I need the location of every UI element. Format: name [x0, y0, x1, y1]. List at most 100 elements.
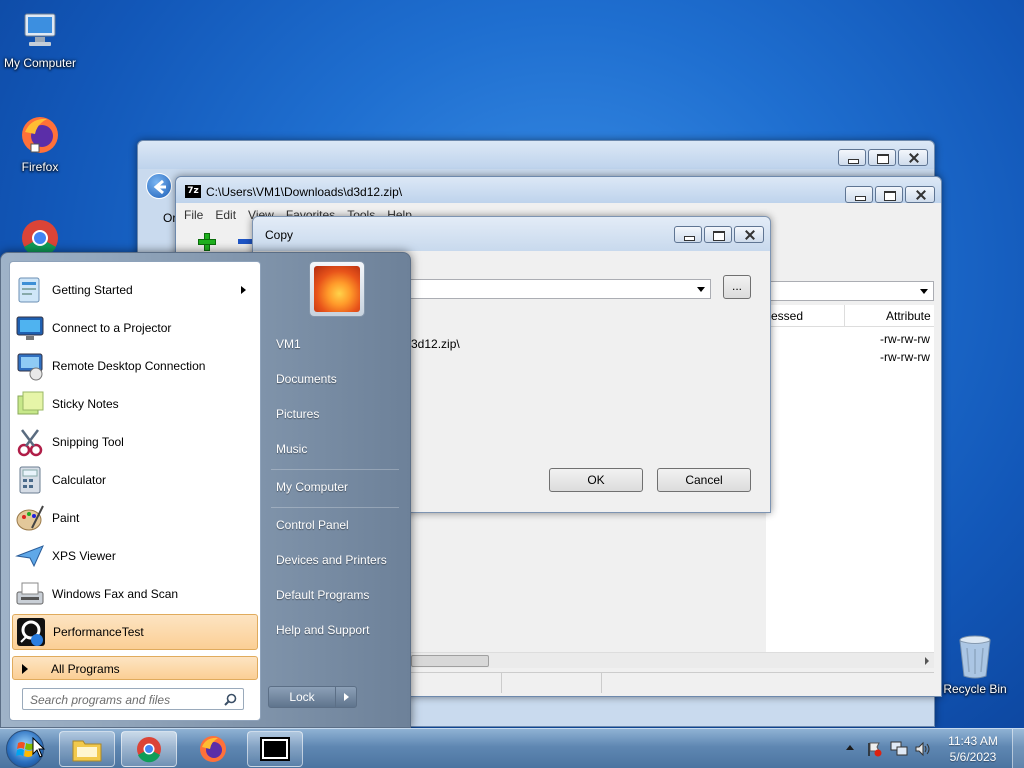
program-snipping-tool[interactable]: Snipping Tool	[12, 424, 258, 460]
start-devices-and-printers[interactable]: Devices and Printers	[276, 553, 387, 567]
close-button[interactable]	[905, 186, 935, 203]
scrollbar-thumb[interactable]	[411, 655, 489, 667]
program-paint[interactable]: Paint	[12, 500, 258, 536]
add-icon[interactable]	[198, 233, 216, 251]
taskbar-7zip[interactable]	[247, 731, 303, 767]
start-documents[interactable]: Documents	[276, 372, 337, 386]
sticky-notes-icon	[17, 391, 44, 415]
horizontal-scrollbar[interactable]	[409, 652, 934, 668]
program-performancetest[interactable]: PerformanceTest	[12, 614, 258, 650]
column-attributes[interactable]: Attribute	[886, 309, 931, 323]
program-sticky-notes[interactable]: Sticky Notes	[12, 386, 258, 422]
start-control-panel[interactable]: Control Panel	[276, 518, 349, 532]
desktop-icon-label: Recycle Bin	[943, 682, 1007, 696]
xps-viewer-icon	[15, 545, 44, 568]
program-label: Calculator	[52, 473, 107, 487]
desktop-icon-chrome[interactable]	[0, 214, 80, 256]
chrome-icon	[22, 220, 58, 254]
firefox-icon	[200, 736, 226, 762]
ok-button[interactable]: OK	[549, 468, 643, 492]
desktop-icon-firefox[interactable]: Firefox	[0, 112, 80, 174]
lock-label: Lock	[289, 690, 315, 704]
submenu-arrow-icon	[241, 286, 246, 294]
program-xps-viewer[interactable]: XPS Viewer	[12, 538, 258, 574]
destination-combo[interactable]	[403, 279, 711, 299]
start-default-programs[interactable]: Default Programs	[276, 588, 369, 602]
program-label: Sticky Notes	[52, 397, 119, 411]
taskbar-chrome[interactable]	[121, 731, 177, 767]
background-window-titlebar[interactable]	[138, 141, 934, 169]
file-list: -rw-rw-rw -rw-rw-rw	[766, 327, 934, 657]
show-desktop-button[interactable]	[1012, 729, 1024, 768]
action-center-flag-icon[interactable]	[866, 741, 882, 757]
program-label: XPS Viewer	[52, 549, 116, 563]
file-explorer-icon	[72, 740, 102, 762]
7zip-icon	[260, 737, 290, 761]
minimize-button[interactable]	[674, 226, 702, 243]
program-label: Paint	[52, 511, 80, 525]
taskbar-firefox[interactable]	[185, 731, 241, 767]
table-row[interactable]: -rw-rw-rw	[880, 332, 930, 346]
status-bar	[409, 672, 934, 693]
scissors-icon	[17, 429, 43, 457]
performancetest-icon	[17, 618, 45, 646]
program-label: Connect to a Projector	[52, 321, 172, 335]
expand-arrow-icon	[22, 664, 28, 674]
start-user-vm1[interactable]: VM1	[276, 337, 301, 351]
volume-icon[interactable]	[914, 741, 932, 757]
copy-dialog-titlebar[interactable]: Copy	[253, 217, 770, 251]
program-label: PerformanceTest	[53, 625, 144, 639]
search-icon[interactable]	[224, 693, 237, 706]
7zip-titlebar[interactable]: 7z C:\Users\VM1\Downloads\d3d12.zip\	[176, 177, 941, 203]
back-arrow-icon[interactable]	[146, 173, 172, 199]
remote-desktop-icon	[17, 353, 43, 381]
desktop-icon-label: My Computer	[3, 56, 77, 70]
search-input[interactable]: Search programs and files	[22, 688, 244, 710]
network-icon[interactable]	[890, 741, 908, 757]
browse-button[interactable]: ...	[723, 275, 751, 299]
program-remote-desktop-connection[interactable]: Remote Desktop Connection	[12, 348, 258, 384]
all-programs-button[interactable]: All Programs	[12, 656, 258, 680]
firefox-icon	[22, 117, 58, 153]
desktop-icon-my-computer[interactable]: My Computer	[0, 8, 80, 70]
start-my-computer[interactable]: My Computer	[276, 480, 348, 494]
column-compressed[interactable]: essed	[771, 309, 803, 323]
menu-edit[interactable]: Edit	[215, 208, 236, 222]
close-button[interactable]	[898, 149, 928, 166]
monitor-icon	[24, 13, 56, 46]
7zip-app-icon: 7z	[185, 185, 201, 198]
lock-button[interactable]: Lock	[268, 686, 336, 708]
close-button[interactable]	[734, 226, 764, 243]
minimize-button[interactable]	[845, 186, 873, 203]
window-title: C:\Users\VM1\Downloads\d3d12.zip\	[206, 185, 403, 199]
taskbar-explorer[interactable]	[59, 731, 115, 767]
desktop-icon-recycle-bin[interactable]: Recycle Bin	[935, 632, 1015, 696]
menu-file[interactable]: File	[184, 208, 203, 222]
fax-icon	[16, 582, 44, 605]
maximize-button[interactable]	[868, 149, 896, 166]
dialog-title: Copy	[265, 228, 294, 242]
start-music[interactable]: Music	[276, 442, 307, 456]
program-getting-started[interactable]: Getting Started	[12, 272, 258, 308]
minimize-button[interactable]	[838, 149, 866, 166]
scroll-right-icon[interactable]	[925, 657, 929, 665]
user-picture-frame[interactable]	[309, 261, 365, 317]
chevron-down-icon	[697, 287, 705, 292]
address-combo[interactable]	[766, 281, 934, 301]
maximize-button[interactable]	[704, 226, 732, 243]
shutdown-options-button[interactable]	[335, 686, 357, 708]
table-row[interactable]: -rw-rw-rw	[880, 350, 930, 364]
projector-icon	[16, 316, 44, 340]
clock[interactable]: 11:43 AM 5/6/2023	[940, 733, 1006, 765]
maximize-button[interactable]	[875, 186, 903, 203]
program-connect-to-a-projector[interactable]: Connect to a Projector	[12, 310, 258, 346]
start-pictures[interactable]: Pictures	[276, 407, 319, 421]
program-calculator[interactable]: Calculator	[12, 462, 258, 498]
chevron-right-icon	[344, 693, 349, 701]
start-help-and-support[interactable]: Help and Support	[276, 623, 369, 637]
program-label: Windows Fax and Scan	[52, 587, 179, 601]
program-windows-fax-and-scan[interactable]: Windows Fax and Scan	[12, 576, 258, 612]
chrome-icon	[137, 737, 161, 763]
cancel-button[interactable]: Cancel	[657, 468, 751, 492]
show-hidden-icons-chevron[interactable]	[846, 745, 854, 750]
